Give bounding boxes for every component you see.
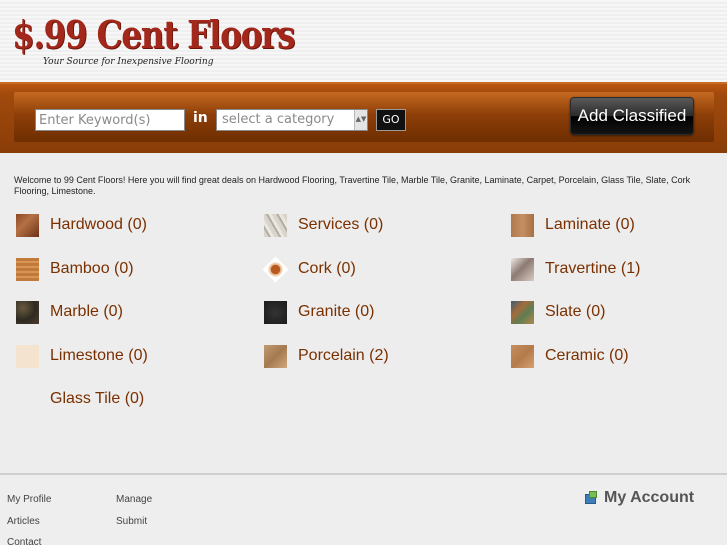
category-item-bamboo[interactable]: Bamboo (0) — [16, 257, 134, 281]
footer-link-manage[interactable]: Manage — [116, 494, 152, 505]
category-item-laminate[interactable]: Laminate (0) — [511, 213, 635, 237]
account-icon[interactable] — [584, 491, 598, 505]
category-item-hardwood[interactable]: Hardwood (0) — [16, 213, 147, 237]
category-item-slate[interactable]: Slate (0) — [511, 300, 605, 324]
account-icon-front — [589, 491, 597, 498]
granite-thumbnail-icon[interactable] — [264, 300, 287, 324]
category-link[interactable]: Marble (0) — [50, 303, 123, 321]
category-item-glass-tile[interactable]: Glass Tile (0) — [16, 387, 144, 411]
footer-link-my-profile[interactable]: My Profile — [7, 494, 51, 505]
category-item-marble[interactable]: Marble (0) — [16, 300, 123, 324]
cork-thumbnail-icon[interactable] — [262, 255, 289, 283]
category-link[interactable]: Travertine (1) — [545, 260, 640, 278]
go-button[interactable]: GO — [376, 109, 406, 131]
my-account-label[interactable]: My Account — [604, 489, 694, 507]
category-link[interactable]: Cork (0) — [298, 260, 356, 278]
site-tagline: Your Source for Inexpensive Flooring — [43, 57, 214, 67]
site-footer — [0, 473, 727, 545]
category-item-cork[interactable]: Cork (0) — [262, 255, 356, 283]
category-link[interactable]: Slate (0) — [545, 303, 605, 321]
in-label: in — [193, 110, 208, 126]
services-thumbnail-icon[interactable] — [264, 213, 287, 237]
laminate-thumbnail-icon[interactable] — [511, 213, 534, 237]
category-select-value: select a category — [222, 112, 335, 127]
category-item-services[interactable]: Services (0) — [264, 213, 383, 237]
footer-link-contact[interactable]: Contact — [7, 537, 41, 545]
category-link[interactable]: Limestone (0) — [50, 347, 148, 365]
dropdown-arrow-icon[interactable]: ▲▼ — [354, 110, 367, 130]
limestone-thumbnail-icon[interactable] — [16, 344, 39, 368]
category-link[interactable]: Bamboo (0) — [50, 260, 134, 278]
marble-thumbnail-icon[interactable] — [16, 300, 39, 324]
bamboo-thumbnail-icon[interactable] — [16, 257, 39, 281]
site-logo[interactable]: $.99 Cent Floors — [12, 16, 295, 54]
category-item-travertine[interactable]: Travertine (1) — [511, 257, 640, 281]
category-link[interactable]: Services (0) — [298, 216, 383, 234]
category-item-limestone[interactable]: Limestone (0) — [16, 344, 148, 368]
my-account-link[interactable]: My Account — [584, 489, 694, 507]
category-link[interactable]: Glass Tile (0) — [50, 390, 144, 408]
porcelain-thumbnail-icon[interactable] — [264, 344, 287, 368]
slate-thumbnail-icon[interactable] — [511, 300, 534, 324]
category-link[interactable]: Hardwood (0) — [50, 216, 147, 234]
hardwood-thumbnail-icon[interactable] — [16, 213, 39, 237]
footer-link-submit[interactable]: Submit — [116, 516, 147, 527]
category-link[interactable]: Granite (0) — [298, 303, 374, 321]
site-header: $.99 Cent Floors Your Source for Inexpen… — [0, 0, 727, 82]
category-link[interactable]: Laminate (0) — [545, 216, 635, 234]
category-item-granite[interactable]: Granite (0) — [264, 300, 374, 324]
footer-link-articles[interactable]: Articles — [7, 516, 40, 527]
travertine-thumbnail-icon[interactable] — [511, 257, 534, 281]
category-link[interactable]: Porcelain (2) — [298, 347, 389, 365]
keyword-search-input[interactable] — [35, 109, 185, 131]
ceramic-thumbnail-icon[interactable] — [511, 344, 534, 368]
glass-tile-thumbnail-placeholder — [16, 388, 39, 411]
category-item-porcelain[interactable]: Porcelain (2) — [264, 344, 389, 368]
category-item-ceramic[interactable]: Ceramic (0) — [511, 344, 629, 368]
add-classified-button[interactable]: Add Classified — [570, 97, 694, 135]
welcome-message: Welcome to 99 Cent Floors! Here you will… — [14, 175, 691, 196]
category-link[interactable]: Ceramic (0) — [545, 347, 629, 365]
category-select[interactable]: select a category ▲▼ — [216, 109, 368, 131]
